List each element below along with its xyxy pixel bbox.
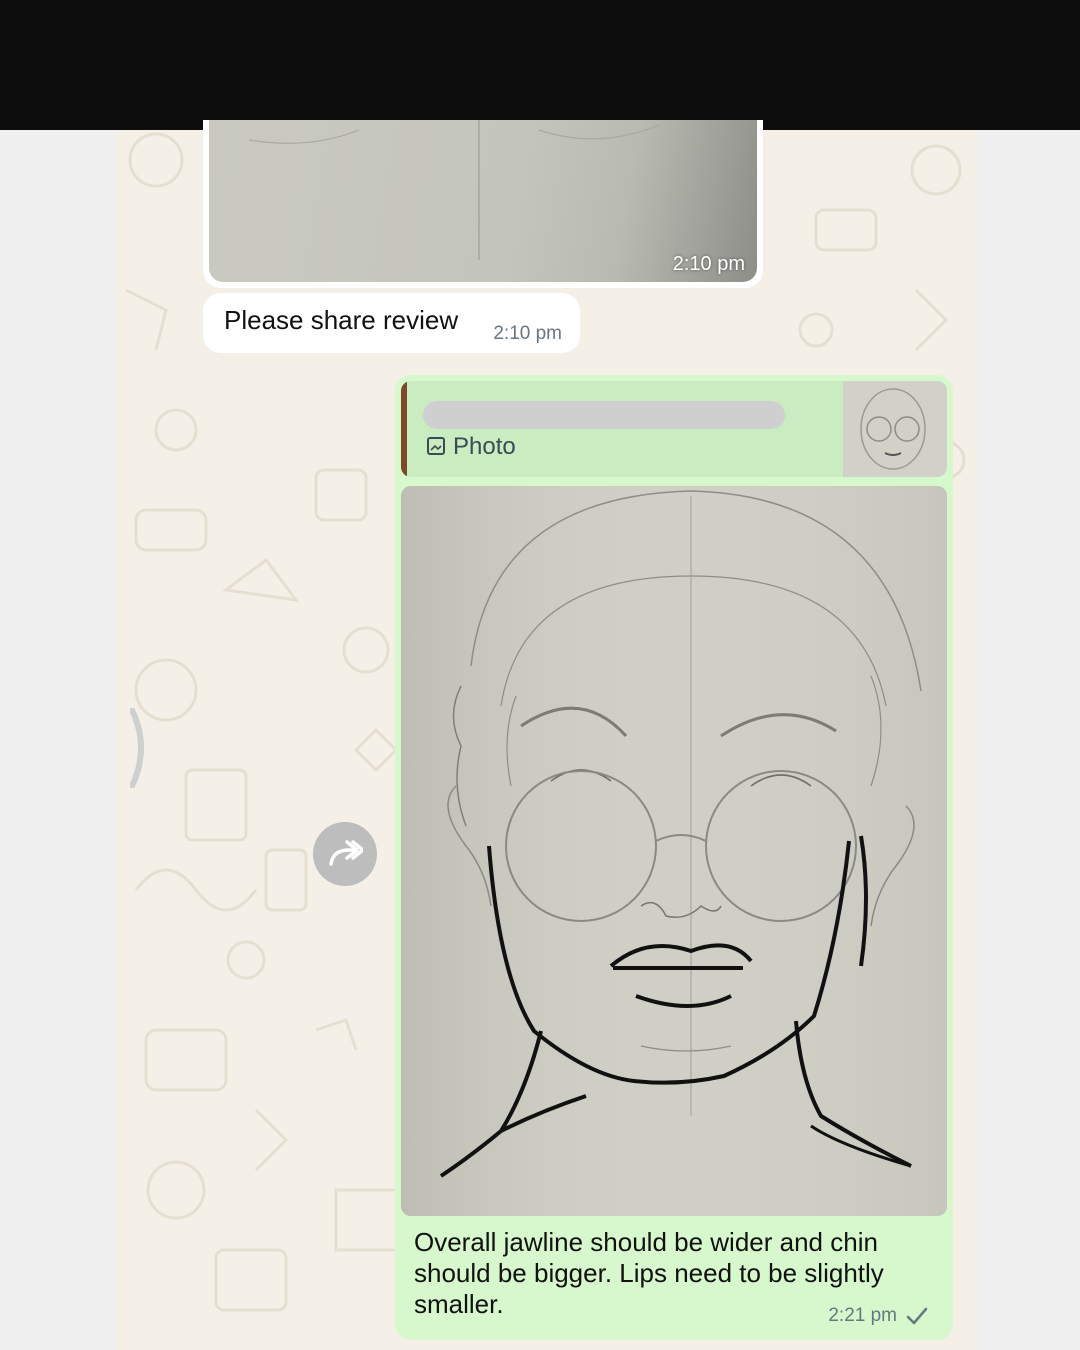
quoted-message[interactable]: Photo — [401, 381, 947, 477]
right-gutter — [978, 130, 1080, 1350]
edge-handle[interactable] — [130, 708, 152, 788]
photo-icon — [427, 437, 445, 455]
incoming-text-message[interactable]: Please share review 2:10 pm — [203, 293, 580, 353]
status-bar — [0, 0, 1080, 130]
forward-icon — [329, 840, 363, 866]
sent-check-icon — [906, 1307, 928, 1325]
incoming-image-message[interactable]: 2:10 pm — [203, 120, 763, 288]
left-gutter — [0, 130, 116, 1350]
face-sketch — [401, 486, 947, 1216]
quote-thumbnail — [843, 381, 947, 477]
message-time: 2:10 pm — [672, 253, 745, 275]
incoming-photo[interactable]: 2:10 pm — [209, 120, 757, 282]
message-text: Please share review — [224, 305, 459, 335]
message-time: 2:10 pm — [493, 323, 562, 344]
quote-label: Photo — [453, 433, 516, 460]
outgoing-image-message[interactable]: Photo Overall jawline should be wider an… — [395, 375, 953, 1340]
quote-sender-redacted — [423, 401, 785, 429]
quote-accent-bar — [401, 381, 407, 477]
message-time: 2:21 pm — [828, 1305, 897, 1326]
outgoing-photo[interactable] — [401, 486, 947, 1216]
forward-button[interactable] — [313, 822, 377, 886]
